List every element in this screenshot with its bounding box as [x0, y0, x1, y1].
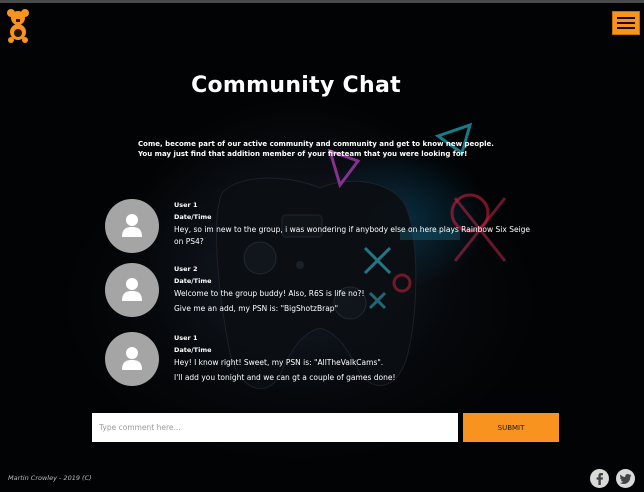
message-text: I'll add you tonight and we can gt a cou…: [174, 373, 396, 382]
avatar: [105, 332, 159, 386]
submit-button[interactable]: SUBMIT: [463, 413, 559, 442]
facebook-glyph: [596, 472, 603, 485]
page: Community Chat Come, become part of our …: [0, 0, 644, 492]
user-icon: [122, 278, 142, 301]
message-date: Date/Time: [174, 346, 212, 354]
message-text: Hey! I know right! Sweet, my PSN is: "Al…: [174, 358, 384, 367]
twitter-glyph: [619, 473, 631, 484]
teddy-bear-icon[interactable]: [6, 9, 30, 43]
message-text: Hey, so im new to the group, i was wonde…: [174, 225, 531, 246]
user-icon: [122, 347, 142, 370]
avatar: [105, 199, 159, 253]
hamburger-menu-icon[interactable]: [612, 11, 640, 35]
footer-copyright: Martin Crowley - 2019 (C): [8, 474, 92, 482]
message-date: Date/Time: [174, 277, 212, 285]
page-title: Community Chat: [191, 73, 401, 98]
message-user: User 2: [174, 265, 198, 273]
facebook-icon[interactable]: [590, 469, 609, 488]
avatar: [105, 263, 159, 317]
message-text: Give me an add, my PSN is: "BigShotzBrap…: [174, 304, 339, 313]
user-icon: [122, 214, 142, 237]
message-user: User 1: [174, 201, 198, 209]
intro-line-2: You may just find that addition member o…: [138, 150, 468, 158]
message-date: Date/Time: [174, 213, 212, 221]
message-user: User 1: [174, 334, 198, 342]
twitter-icon[interactable]: [616, 469, 635, 488]
menu-bar: [617, 22, 635, 24]
message-body: User 1 Date/Time Hey, so im new to the g…: [174, 199, 544, 248]
intro-line-1: Come, become part of our active communit…: [138, 140, 494, 148]
message-body: User 1 Date/Time Hey! I know right! Swee…: [174, 332, 544, 384]
menu-bar: [617, 17, 635, 19]
comment-input[interactable]: [92, 413, 458, 442]
message-body: User 2 Date/Time Welcome to the group bu…: [174, 263, 544, 315]
message-text: Welcome to the group buddy! Also, R6S is…: [174, 289, 365, 298]
intro-text: Come, become part of our active communit…: [138, 139, 494, 159]
menu-bar: [617, 27, 635, 29]
